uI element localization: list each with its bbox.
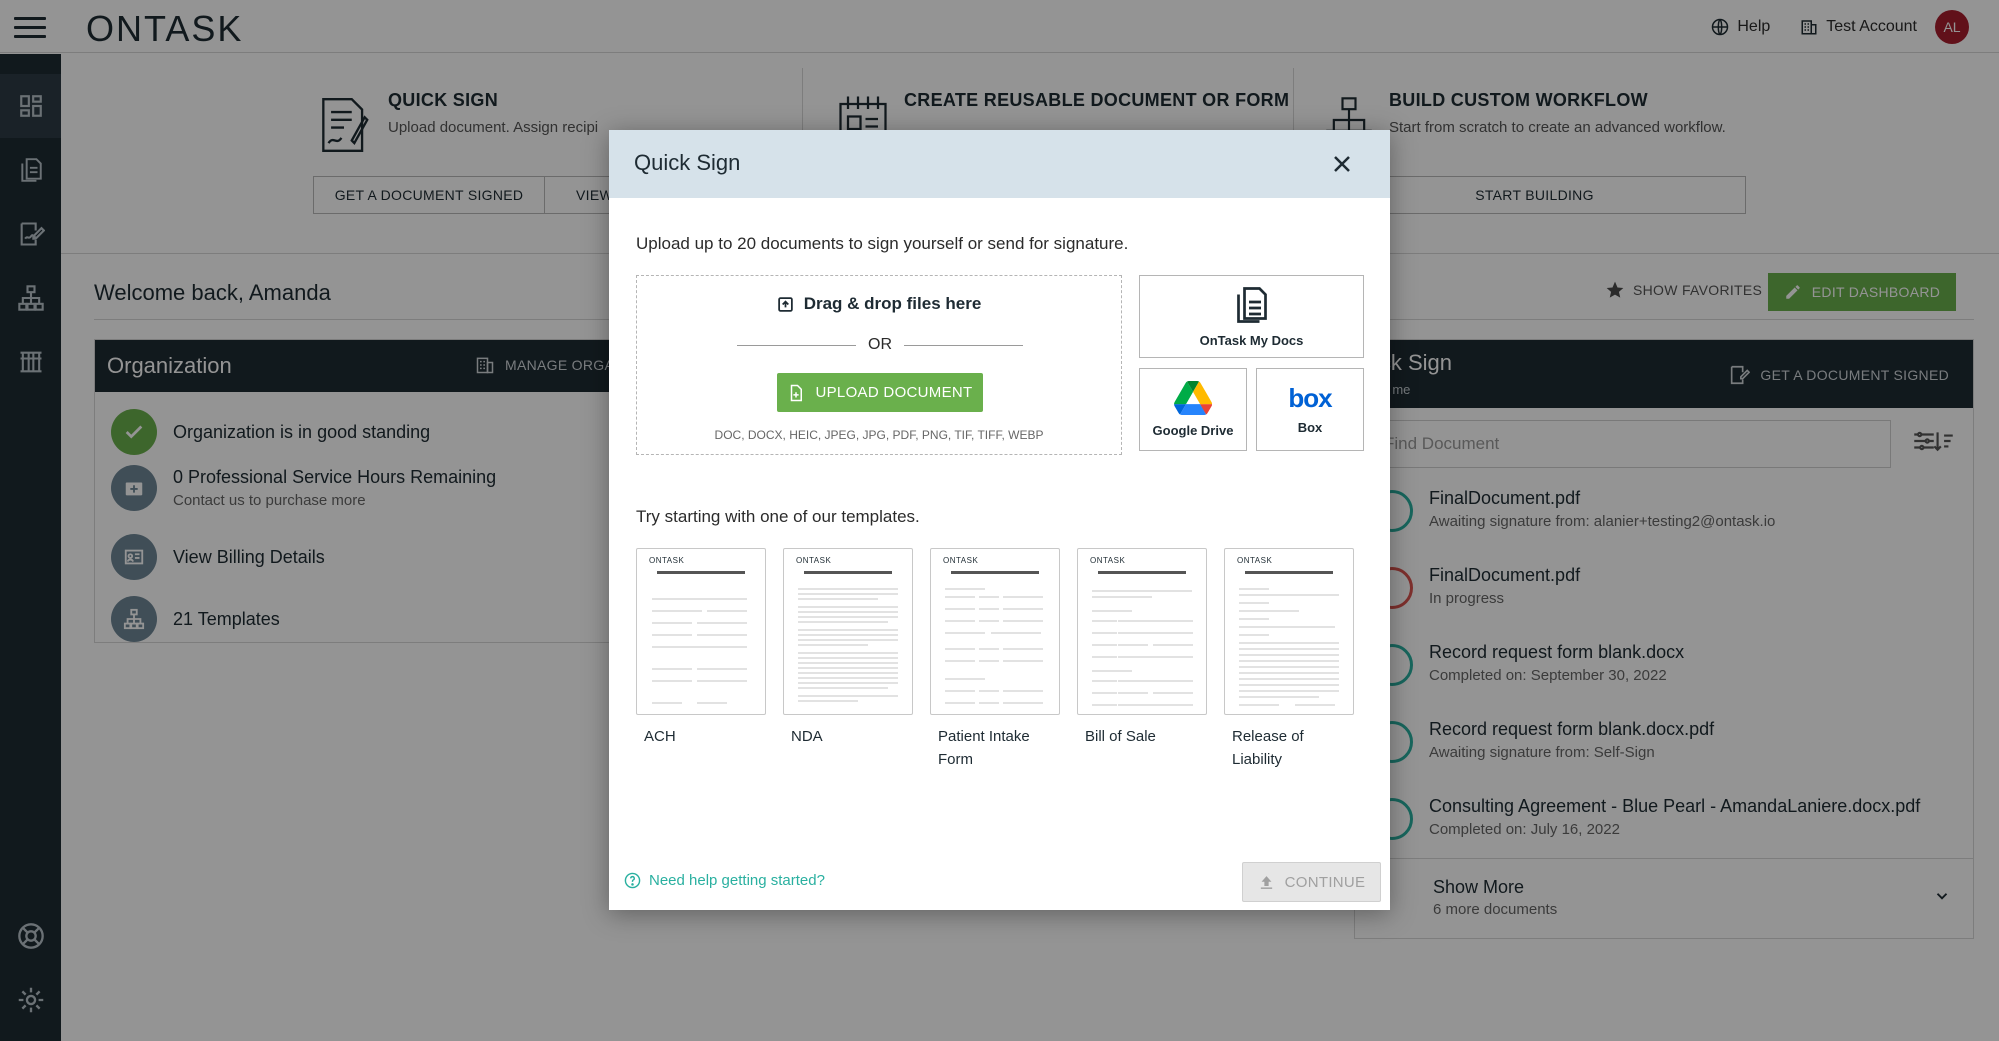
continue-button[interactable]: CONTINUE xyxy=(1242,862,1381,902)
ontask-my-docs-button[interactable]: OnTask My Docs xyxy=(1139,275,1364,358)
quick-sign-modal: Quick Sign Upload up to 20 documents to … xyxy=(609,130,1390,910)
modal-title: Quick Sign xyxy=(634,150,741,175)
or-label: OR xyxy=(868,336,892,353)
template-bill-of-sale[interactable]: ONTASK Bill of Sale xyxy=(1077,548,1207,748)
template-thumbnail: ONTASK xyxy=(783,548,913,715)
help-getting-started-link[interactable]: Need help getting started? xyxy=(624,872,825,889)
thumbnail-logo: ONTASK xyxy=(1237,556,1273,565)
google-drive-label: Google Drive xyxy=(1152,423,1234,438)
box-logo-icon: box xyxy=(1288,383,1332,413)
template-thumbnail: ONTASK xyxy=(1077,548,1207,715)
thumbnail-logo: ONTASK xyxy=(943,556,979,565)
template-label: NDA xyxy=(791,728,823,745)
template-thumbnail: ONTASK xyxy=(930,548,1060,715)
question-circle-icon xyxy=(624,872,641,889)
upload-arrow-icon xyxy=(1258,874,1275,891)
thumbnail-logo: ONTASK xyxy=(649,556,685,565)
modal-header: Quick Sign xyxy=(609,130,1390,198)
box-label: Box xyxy=(1297,420,1323,435)
thumbnail-logo: ONTASK xyxy=(796,556,832,565)
template-release-of-liability[interactable]: ONTASK Release of Liability xyxy=(1224,548,1354,771)
template-label: Bill of Sale xyxy=(1085,728,1156,745)
file-add-icon xyxy=(787,384,805,402)
dropzone-title: Drag & drop files here xyxy=(637,294,1121,314)
ontask-my-docs-label: OnTask My Docs xyxy=(1199,333,1304,348)
continue-label: CONTINUE xyxy=(1284,873,1366,891)
box-button[interactable]: box Box xyxy=(1256,368,1364,451)
upload-instructions: Upload up to 20 documents to sign yourse… xyxy=(636,234,1129,253)
templates-heading: Try starting with one of our templates. xyxy=(636,507,920,526)
help-getting-started-label: Need help getting started? xyxy=(649,872,825,889)
template-label: Release of Liability xyxy=(1232,728,1304,768)
thumbnail-logo: ONTASK xyxy=(1090,556,1126,565)
template-nda[interactable]: ONTASK NDA xyxy=(783,548,913,748)
upload-document-button[interactable]: UPLOAD DOCUMENT xyxy=(777,373,983,412)
upload-box-icon xyxy=(777,296,794,313)
template-label: ACH xyxy=(644,728,676,745)
template-thumbnail: ONTASK xyxy=(636,548,766,715)
google-drive-button[interactable]: Google Drive xyxy=(1139,368,1247,451)
file-dropzone[interactable]: Drag & drop files here OR UPLOAD DOCUMEN… xyxy=(636,275,1122,455)
dropzone-title-label: Drag & drop files here xyxy=(803,294,982,313)
template-ach[interactable]: ONTASK ACH xyxy=(636,548,766,748)
google-drive-icon xyxy=(1174,381,1212,415)
template-label: Patient Intake Form xyxy=(938,728,1030,768)
supported-file-types: DOC, DOCX, HEIC, JPEG, JPG, PDF, PNG, TI… xyxy=(714,428,1044,442)
document-icon xyxy=(1234,285,1270,325)
template-thumbnail: ONTASK xyxy=(1224,548,1354,715)
or-divider: OR xyxy=(737,336,1023,354)
close-icon[interactable] xyxy=(1330,152,1354,176)
template-patient-intake-form[interactable]: ONTASK Patient Intake Form xyxy=(930,548,1060,771)
upload-document-label: UPLOAD DOCUMENT xyxy=(815,384,973,401)
